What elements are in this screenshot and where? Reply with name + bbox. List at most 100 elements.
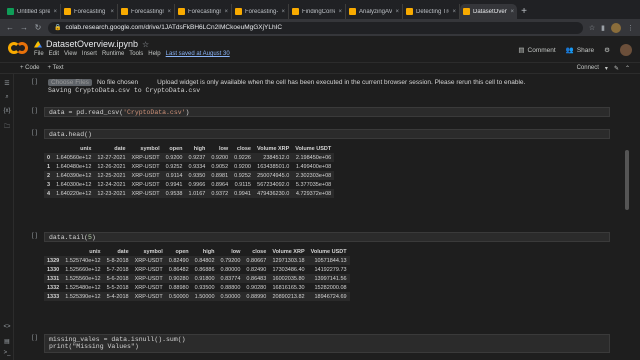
- table-cell: 0.9538: [165, 190, 183, 197]
- browser-tab[interactable]: Forecastingm ×: [175, 4, 232, 19]
- table-cell: 0.91800: [194, 275, 215, 282]
- menu-item-insert[interactable]: Insert: [82, 51, 97, 57]
- browser-tab[interactable]: Forecasting C×: [61, 4, 118, 19]
- browser-tab[interactable]: Forecasting- ×: [232, 4, 289, 19]
- tab-close-icon[interactable]: ×: [53, 9, 57, 15]
- browser-menu-icon[interactable]: ⋮: [627, 24, 634, 32]
- table-cell: XRP-USDT: [134, 266, 163, 273]
- table-cell: 0.90280: [168, 275, 189, 282]
- menu-item-edit[interactable]: Edit: [49, 51, 59, 57]
- table-row: 1332 1.525480e+12 5-5-2018 XRP-USDT 0.88980 0…: [44, 283, 350, 292]
- star-icon[interactable]: ☆: [142, 40, 149, 49]
- column-header: date: [114, 145, 126, 152]
- table-cell: 0.88990: [246, 293, 267, 300]
- colab-logo-icon[interactable]: [8, 42, 28, 54]
- table-cell: 0.9334: [188, 163, 206, 170]
- tab-close-icon[interactable]: ×: [338, 9, 342, 15]
- settings-gear-icon[interactable]: ⚙: [604, 46, 610, 54]
- menu-item-runtime[interactable]: Runtime: [102, 51, 124, 57]
- tab-close-icon[interactable]: ×: [281, 9, 285, 15]
- back-icon[interactable]: ←: [6, 23, 14, 32]
- connect-button[interactable]: Connect: [577, 65, 599, 71]
- code-text: data = pd.read_csv(: [49, 109, 124, 116]
- table-cell: 5-4-2018: [106, 293, 129, 300]
- table-cell: XRP-USDT: [131, 154, 160, 161]
- address-bar[interactable]: 🔒 colab.research.google.com/drive/1JATds…: [48, 21, 583, 34]
- search-icon[interactable]: ⌕: [3, 94, 11, 102]
- row-index: 4: [47, 190, 51, 197]
- terminal-icon[interactable]: >_: [3, 350, 11, 358]
- tab-close-icon[interactable]: ×: [452, 9, 456, 15]
- tab-label: DatasetOvervi: [473, 8, 508, 15]
- tab-favicon-icon: [406, 8, 413, 15]
- bookmark-star-icon[interactable]: ☆: [589, 24, 595, 32]
- column-header: open: [175, 248, 189, 255]
- files-folder-icon[interactable]: 🗀: [3, 122, 11, 130]
- collapse-chevron-icon[interactable]: ⌃: [625, 65, 630, 72]
- run-cell-button[interactable]: [ ]: [32, 130, 37, 136]
- menu-item-tools[interactable]: Tools: [129, 51, 143, 57]
- connect-dropdown-icon[interactable]: ▾: [605, 65, 608, 72]
- notebook-scrollbar[interactable]: [625, 150, 629, 210]
- notebook-title[interactable]: DatasetOverview.ipynb: [46, 39, 138, 49]
- variables-icon[interactable]: {x}: [3, 108, 11, 116]
- last-saved-link[interactable]: Last saved at August 30: [166, 51, 230, 57]
- new-tab-icon[interactable]: +: [517, 6, 531, 17]
- code-cell-head[interactable]: data.head(): [44, 129, 610, 139]
- browser-tab[interactable]: Untitled spre ×: [4, 4, 61, 19]
- column-header: [44, 144, 53, 153]
- menu-item-file[interactable]: File: [34, 51, 44, 57]
- colab-header: DatasetOverview.ipynb ☆ File Edit View Inse…: [0, 36, 640, 63]
- table-cell: 4.729372e+08: [295, 190, 332, 197]
- code-snippets-icon[interactable]: <>: [3, 324, 11, 332]
- code-cell-read-csv[interactable]: data = pd.read_csv('CryptoData.csv'): [44, 107, 610, 117]
- code-cell-missing[interactable]: missing_vales = data.isnull().sum() prin…: [44, 334, 610, 353]
- forward-icon[interactable]: →: [20, 23, 28, 32]
- notebook-toolbar: + Code + Text Connect ▾ ✎ ⌃: [0, 63, 640, 74]
- browser-tab[interactable]: Detecting Tre ×: [403, 4, 460, 19]
- column-header: Volume USDT: [310, 248, 347, 255]
- table-cell: 0.8981: [211, 172, 229, 179]
- run-cell-button[interactable]: [ ]: [32, 233, 37, 239]
- user-avatar[interactable]: [620, 44, 632, 56]
- row-index: 0: [47, 154, 51, 161]
- comment-button[interactable]: ▤ Comment: [518, 46, 555, 55]
- run-cell-button[interactable]: [ ]: [32, 335, 37, 341]
- browser-tab[interactable]: Forecastingm ×: [118, 4, 175, 19]
- tail-dataframe-table: unix date symbol open high low close Volume XRP…: [44, 247, 350, 301]
- table-cell: 12971303.18: [272, 257, 305, 264]
- add-text-button[interactable]: + Text: [48, 65, 64, 71]
- tab-favicon-icon: [7, 8, 14, 15]
- table-cell: 1.640300e+12: [56, 181, 92, 188]
- column-header: low: [231, 248, 241, 255]
- table-row: 1333 1.525390e+12 5-4-2018 XRP-USDT 0.50000 1…: [44, 292, 350, 301]
- table-cell: 0.9114: [166, 172, 183, 179]
- browser-tab[interactable]: DatasetOvervi ×: [460, 4, 517, 19]
- browser-tab[interactable]: AnalyzingAVa ×: [346, 4, 403, 19]
- editing-pencil-icon[interactable]: ✎: [614, 65, 619, 72]
- menu-item-view[interactable]: View: [64, 51, 77, 57]
- table-cell: 0.9350: [188, 172, 206, 179]
- run-cell-button[interactable]: [ ]: [32, 79, 37, 85]
- tab-close-icon[interactable]: ×: [110, 9, 114, 15]
- tab-close-icon[interactable]: ×: [510, 9, 514, 15]
- code-cell-tail[interactable]: data.tail(5): [44, 232, 610, 242]
- add-code-button[interactable]: + Code: [20, 65, 40, 71]
- command-palette-icon[interactable]: ▤: [3, 338, 11, 346]
- tab-close-icon[interactable]: ×: [395, 9, 399, 15]
- browser-tab[interactable]: FindingCorre ×: [289, 4, 346, 19]
- choose-files-button[interactable]: Choose Files: [48, 79, 92, 86]
- table-cell: 0.9941: [234, 190, 251, 197]
- reload-icon[interactable]: ↻: [34, 23, 42, 32]
- profile-avatar[interactable]: [611, 22, 621, 33]
- row-index: 3: [47, 181, 51, 188]
- toc-icon[interactable]: ☰: [3, 80, 11, 88]
- table-cell: 1.640220e+12: [56, 190, 92, 197]
- tab-close-icon[interactable]: ×: [167, 9, 171, 15]
- extensions-icon[interactable]: ▮: [601, 24, 605, 32]
- tab-close-icon[interactable]: ×: [224, 9, 228, 15]
- menu-item-help[interactable]: Help: [148, 51, 160, 57]
- share-button[interactable]: 👥 Share: [566, 46, 594, 55]
- run-cell-button[interactable]: [ ]: [32, 108, 37, 114]
- table-cell: 16816165.30: [272, 284, 305, 291]
